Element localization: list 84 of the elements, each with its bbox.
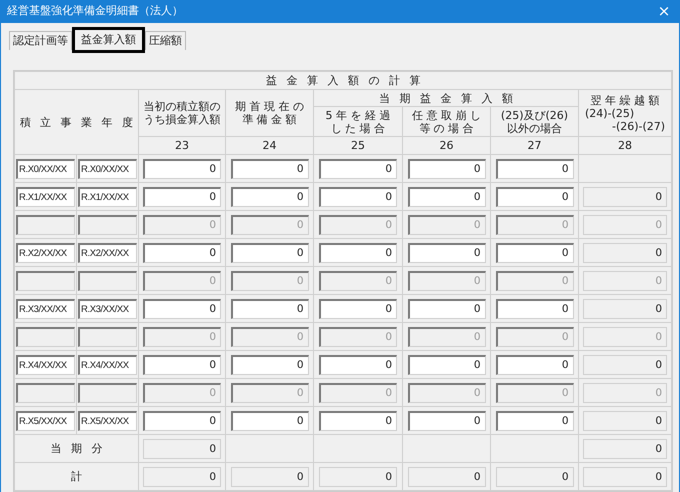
amount-field[interactable]: 0 xyxy=(230,242,308,262)
group-header: 当 期 益 金 算 入 額 xyxy=(378,92,514,104)
date-field[interactable]: R.X1/XX/XX xyxy=(16,186,75,206)
amount-field[interactable]: 0 xyxy=(230,298,308,318)
amount-field[interactable]: 0 xyxy=(408,466,486,486)
column-header: 等 の 場 合 xyxy=(418,122,475,134)
column-header: し た 場 合 xyxy=(330,122,386,134)
date-field[interactable]: R.X3/XX/XX xyxy=(78,298,137,318)
column-header: -(26)-(27) xyxy=(611,120,666,132)
column-header: 積 立 事 業 年 度 xyxy=(18,116,134,128)
amount-field[interactable]: 0 xyxy=(583,410,668,430)
amount-field[interactable]: 0 xyxy=(408,158,486,178)
amount-field[interactable]: 0 xyxy=(408,242,486,262)
column-number: 24 xyxy=(262,139,278,152)
date-field[interactable]: R.X2/XX/XX xyxy=(78,242,137,262)
column-header: 期 首 現 在 の xyxy=(234,100,305,113)
column-header: (25)及び(26) xyxy=(500,108,570,122)
amount-field[interactable]: 0 xyxy=(143,298,221,318)
amount-field[interactable]: 0 xyxy=(408,186,486,206)
amount-field[interactable]: 0 xyxy=(319,410,397,430)
amount-field[interactable]: 0 xyxy=(319,242,397,262)
row-label: 計 xyxy=(70,470,83,483)
date-field[interactable]: R.X0/XX/XX xyxy=(78,158,137,178)
date-field[interactable]: R.X4/XX/XX xyxy=(16,354,75,374)
amount-field[interactable]: 0 xyxy=(408,298,486,318)
amount-field[interactable]: 0 xyxy=(143,186,221,206)
amount-field[interactable]: 0 xyxy=(143,438,221,458)
column-number: 27 xyxy=(526,139,542,152)
amount-field[interactable]: 0 xyxy=(319,466,397,486)
amount-field[interactable]: 0 xyxy=(143,158,221,178)
tab[interactable]: 圧縮額 xyxy=(145,31,186,50)
amount-field[interactable]: 0 xyxy=(583,298,668,318)
amount-field[interactable]: 0 xyxy=(143,354,221,374)
amount-field[interactable]: 0 xyxy=(143,466,221,486)
amount-field[interactable]: 0 xyxy=(583,186,668,206)
amount-field[interactable]: 0 xyxy=(496,158,574,178)
amount-field[interactable]: 0 xyxy=(230,410,308,430)
window-title: 経営基盤強化準備金明細書（法人） xyxy=(7,3,183,20)
column-header: 5 年 を 経 過 xyxy=(324,108,392,122)
amount-field[interactable]: 0 xyxy=(319,158,397,178)
column-number: 23 xyxy=(174,139,190,152)
column-header: 翌 年 繰 越 額 xyxy=(590,94,661,106)
date-field[interactable]: R.X5/XX/XX xyxy=(78,410,137,430)
close-button[interactable]: × xyxy=(649,0,679,23)
row-label: 当 期 分 xyxy=(50,442,104,455)
column-number: 26 xyxy=(438,139,454,152)
amount-field[interactable]: 0 xyxy=(319,298,397,318)
date-field[interactable]: R.X3/XX/XX xyxy=(16,298,75,318)
date-field[interactable]: R.X1/XX/XX xyxy=(78,186,137,206)
amount-field[interactable]: 0 xyxy=(496,242,574,262)
amount-field[interactable]: 0 xyxy=(143,410,221,430)
tab[interactable]: 認定計画等 xyxy=(9,31,72,50)
amount-field[interactable]: 0 xyxy=(583,438,668,458)
amount-field[interactable]: 0 xyxy=(230,354,308,374)
amount-field[interactable]: 0 xyxy=(496,466,574,486)
date-field[interactable]: R.X4/XX/XX xyxy=(78,354,137,374)
tab[interactable]: 益金算入額 xyxy=(72,27,145,53)
amount-field[interactable]: 0 xyxy=(230,186,308,206)
amount-field[interactable]: 0 xyxy=(583,354,668,374)
amount-field[interactable]: 0 xyxy=(583,466,668,486)
amount-field[interactable]: 0 xyxy=(319,186,397,206)
amount-field[interactable]: 0 xyxy=(496,410,574,430)
column-number: 28 xyxy=(617,139,634,152)
table-title: 益 金 算 入 額 の 計 算 xyxy=(264,74,422,87)
date-field[interactable]: R.X2/XX/XX xyxy=(16,242,75,262)
date-field[interactable]: R.X0/XX/XX xyxy=(16,158,75,178)
amount-field[interactable]: 0 xyxy=(230,158,308,178)
column-header: 以外の場合 xyxy=(506,122,563,134)
amount-field[interactable]: 0 xyxy=(319,354,397,374)
amount-field[interactable]: 0 xyxy=(496,354,574,374)
amount-field[interactable]: 0 xyxy=(408,410,486,430)
column-header: 任 意 取 崩 し xyxy=(411,108,482,122)
column-number: 25 xyxy=(350,139,366,152)
amount-field[interactable]: 0 xyxy=(408,354,486,374)
amount-field[interactable]: 0 xyxy=(496,298,574,318)
amount-field[interactable]: 0 xyxy=(230,466,308,486)
amount-field[interactable]: 0 xyxy=(583,242,668,262)
column-header: 当初の積立額の xyxy=(142,100,222,113)
column-header: 準 備 金 額 xyxy=(241,113,298,126)
amount-field[interactable]: 0 xyxy=(143,242,221,262)
column-header: うち損金算入額 xyxy=(142,113,222,126)
amount-field[interactable]: 0 xyxy=(496,186,574,206)
date-field[interactable]: R.X5/XX/XX xyxy=(16,410,75,430)
column-header: (24)-(25) xyxy=(584,106,636,120)
